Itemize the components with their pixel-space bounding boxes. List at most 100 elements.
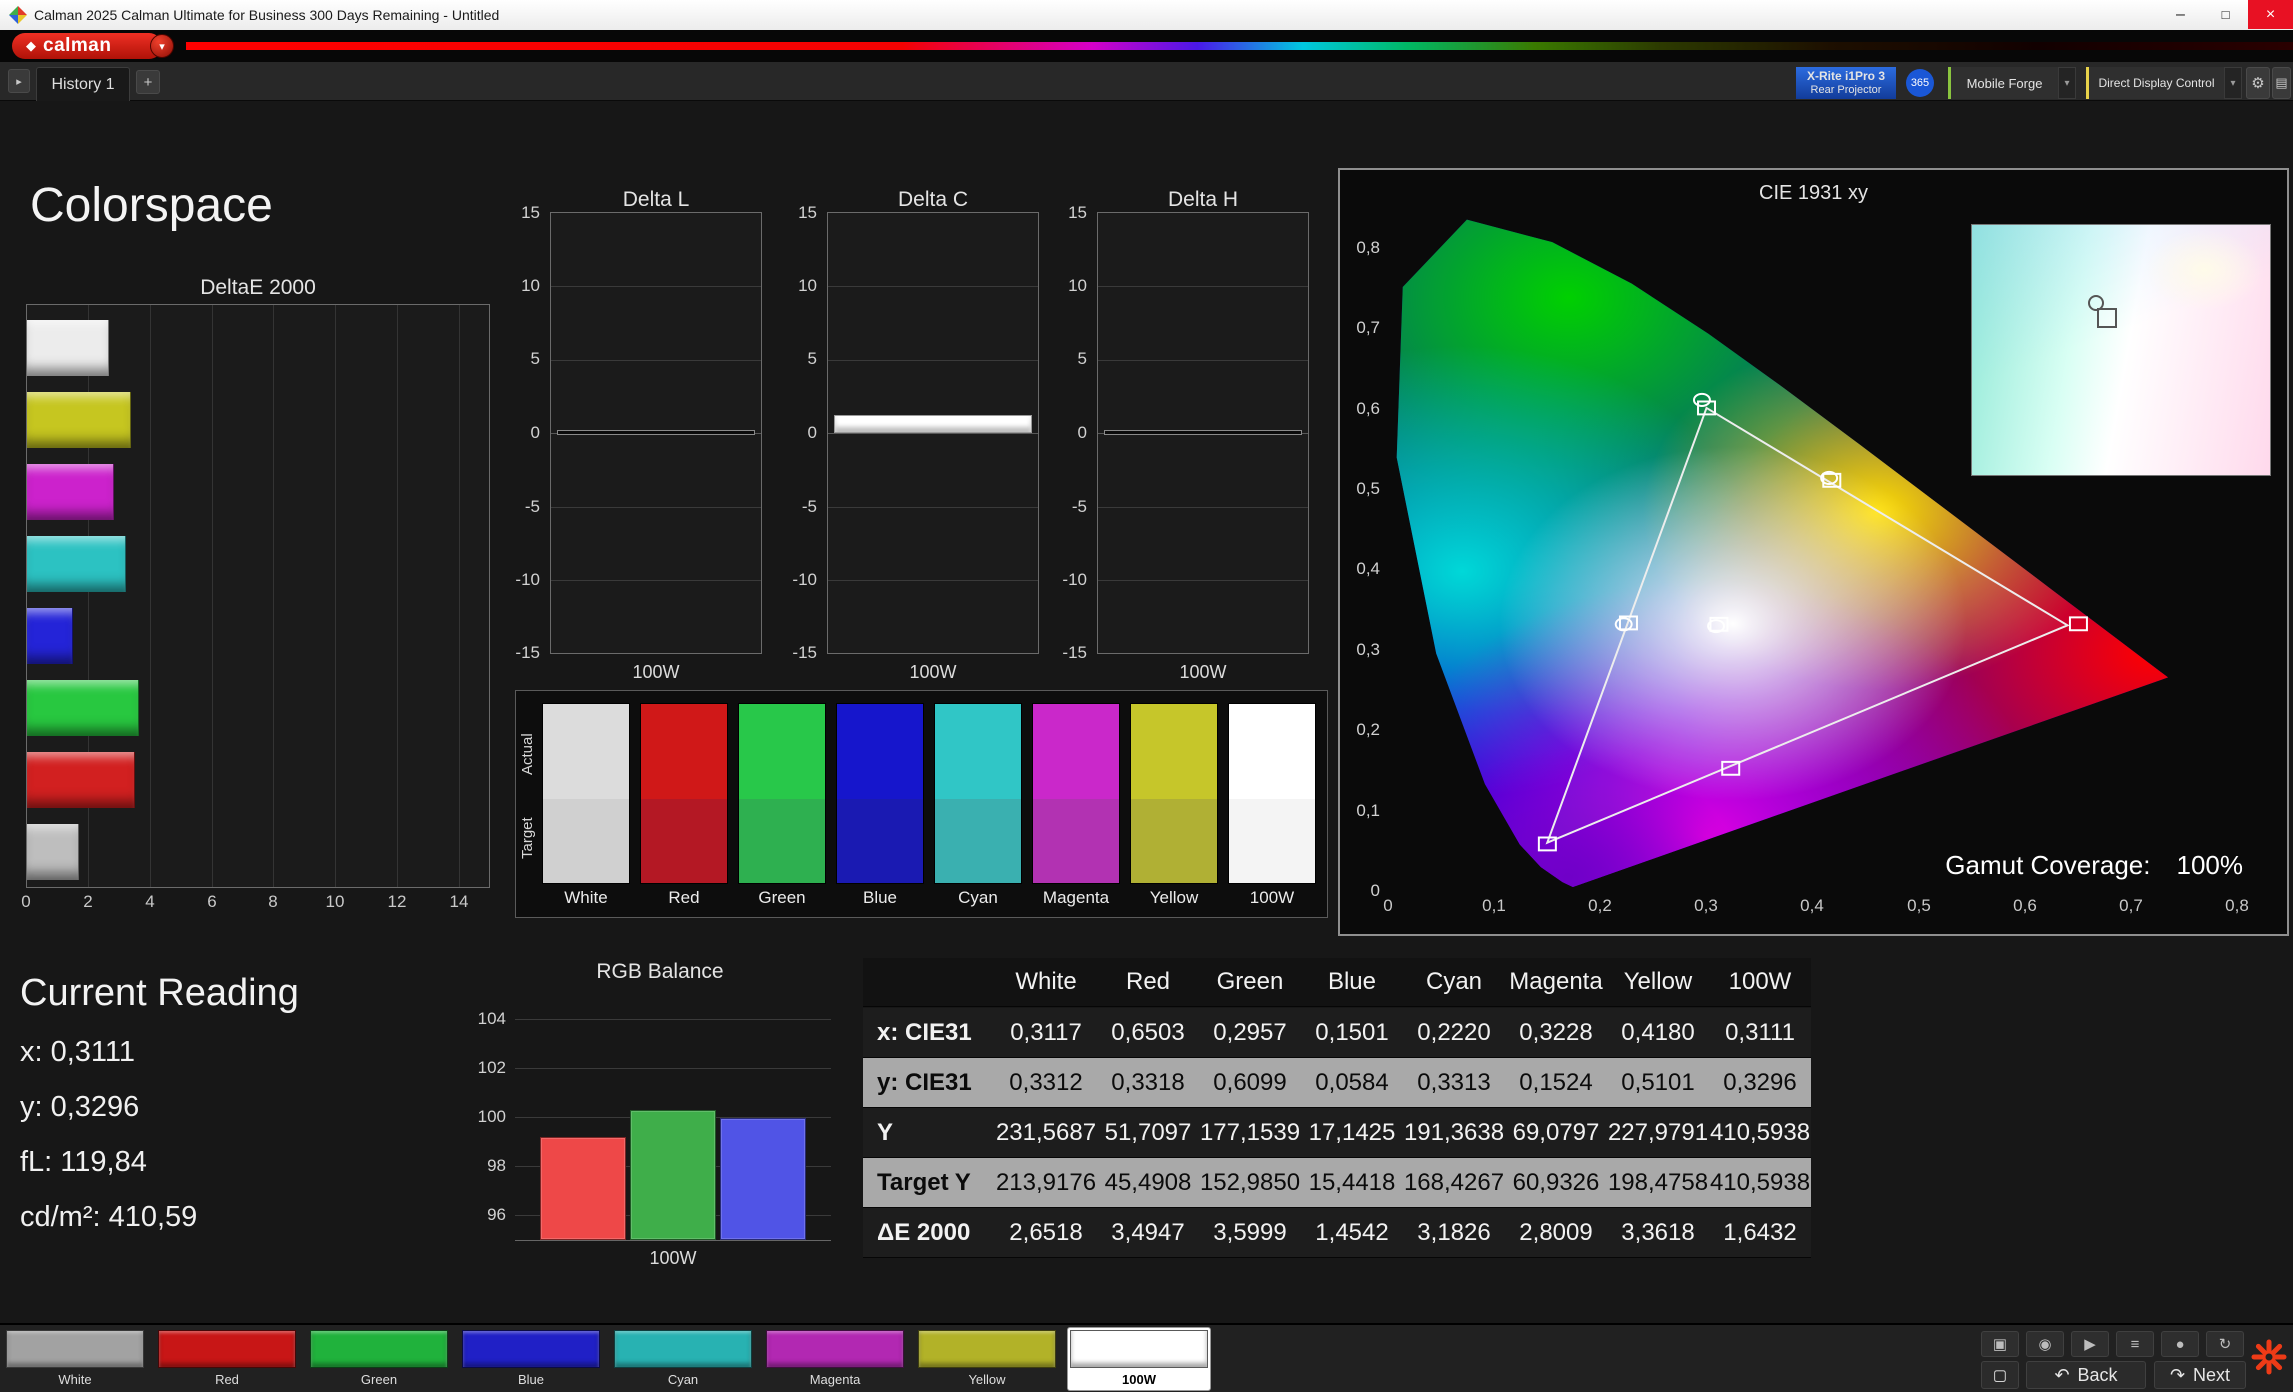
table-row-label: Y — [863, 1108, 995, 1158]
table-cell: 3,1826 — [1403, 1208, 1505, 1258]
table-cell: 231,5687 — [995, 1108, 1097, 1158]
delta-y-tick: -10 — [490, 570, 540, 590]
pattern-button-100w[interactable]: 100W — [1068, 1328, 1210, 1390]
record-icon[interactable]: ● — [2161, 1331, 2199, 1357]
table-cell: 17,1425 — [1301, 1108, 1403, 1158]
swatch-row-label-target: Target — [519, 795, 539, 881]
table-col-green: Green — [1199, 958, 1301, 1007]
logo-menu-button[interactable]: ▾ — [150, 34, 174, 58]
app-icon — [9, 6, 27, 29]
tab-history-1[interactable]: History 1 — [36, 67, 130, 101]
table-cell: 0,3117 — [995, 1008, 1097, 1058]
levels-icon[interactable]: ≡ — [2116, 1331, 2154, 1357]
gear-icon[interactable]: ⚙ — [2246, 67, 2270, 99]
pattern-button-green[interactable]: Green — [308, 1328, 450, 1390]
cie-x-tick: 0,2 — [1588, 896, 1612, 916]
current-reading-title: Current Reading — [20, 972, 299, 1015]
cie-x-tick: 0,8 — [2225, 896, 2249, 916]
refresh-icon[interactable]: ↻ — [2206, 1331, 2244, 1357]
swatch-cyan-target — [935, 799, 1021, 883]
pattern-label: 100W — [1068, 1372, 1210, 1387]
delta-l-chart — [550, 212, 762, 654]
swatch-blue-actual — [837, 704, 923, 799]
window-title: Calman 2025 Calman Ultimate for Business… — [34, 7, 499, 23]
pattern-label: Green — [308, 1372, 450, 1387]
rgb-y-tick: 96 — [440, 1205, 506, 1225]
deltae-bar-blue — [27, 608, 73, 664]
pattern-button-red[interactable]: Red — [156, 1328, 298, 1390]
table-cell: 152,9850 — [1199, 1158, 1301, 1208]
deltae-chart — [26, 304, 490, 888]
table-cell: 0,1524 — [1505, 1058, 1607, 1108]
swatch-magenta-actual — [1033, 704, 1119, 799]
measurement-table: White Red Green Blue Cyan Magenta Yellow… — [863, 958, 1811, 1258]
meter-selector-button[interactable]: X-Rite i1Pro 3 Rear Projector — [1796, 67, 1896, 99]
deltae-bar-red — [27, 752, 135, 808]
swatch-yellow-target — [1131, 799, 1217, 883]
pattern-window-button[interactable]: ▢ — [1981, 1361, 2019, 1389]
table-col-100w: 100W — [1709, 958, 1811, 1007]
table-cell: 3,5999 — [1199, 1208, 1301, 1258]
delta-h-chart — [1097, 212, 1309, 654]
calman-logo[interactable]: ◆ calman — [12, 33, 162, 59]
table-cell: 0,3296 — [1709, 1058, 1811, 1108]
rgb-y-tick: 98 — [440, 1156, 506, 1176]
maximize-button[interactable]: □ — [2203, 0, 2248, 29]
meter-mode: Rear Projector — [1811, 83, 1882, 97]
delta-y-tick: 10 — [767, 276, 817, 296]
delta-c-chart — [827, 212, 1039, 654]
pattern-chip — [462, 1330, 600, 1368]
table-cell: 3,3618 — [1607, 1208, 1709, 1258]
table-cell: 15,4418 — [1301, 1158, 1403, 1208]
delta-y-tick: 5 — [767, 349, 817, 369]
calman-star-icon — [2250, 1338, 2288, 1381]
display-control-button[interactable]: Direct Display Control — [2086, 67, 2224, 99]
add-tab-button[interactable]: + — [136, 70, 160, 94]
minimize-button[interactable]: – — [2158, 0, 2203, 29]
delta-y-tick: 10 — [490, 276, 540, 296]
delta-y-tick: -10 — [1037, 570, 1087, 590]
swatch-yellow — [1130, 703, 1218, 884]
history-expander-button[interactable]: ▸ — [8, 69, 30, 93]
table-cell: 168,4267 — [1403, 1158, 1505, 1208]
calman-logo-text: calman — [43, 35, 111, 57]
brand-row: ◆ calman ▾ — [0, 30, 2293, 62]
delta-y-tick: -15 — [490, 643, 540, 663]
table-cell: 51,7097 — [1097, 1108, 1199, 1158]
table-cell: 0,5101 — [1607, 1058, 1709, 1108]
swatch-label: Green — [758, 888, 805, 908]
license-badge[interactable]: 365 — [1906, 69, 1934, 97]
delta-h-zero-bar — [1104, 430, 1302, 435]
pattern-button-yellow[interactable]: Yellow — [916, 1328, 1058, 1390]
pattern-button-magenta[interactable]: Magenta — [764, 1328, 906, 1390]
pattern-button-blue[interactable]: Blue — [460, 1328, 602, 1390]
delta-y-tick: 15 — [1037, 203, 1087, 223]
pattern-button-white[interactable]: White — [4, 1328, 146, 1390]
pattern-chip — [310, 1330, 448, 1368]
back-button[interactable]: ↶ Back — [2026, 1361, 2146, 1389]
next-button[interactable]: ↷ Next — [2154, 1361, 2246, 1389]
swatch-green-actual — [739, 704, 825, 799]
rgb-bar-blue — [720, 1118, 806, 1241]
layout-icon[interactable]: ▤ — [2272, 67, 2291, 99]
source-selector-button[interactable]: Mobile Forge — [1948, 67, 2058, 99]
source-chevron-button[interactable]: ▾ — [2058, 67, 2076, 99]
swatch-white-actual — [543, 704, 629, 799]
inset-target-marker — [2097, 308, 2117, 328]
pattern-chip — [614, 1330, 752, 1368]
table-cell: 0,2957 — [1199, 1008, 1301, 1058]
swatch-100w-actual — [1229, 704, 1315, 799]
pattern-chip — [1070, 1330, 1208, 1368]
pattern-button-cyan[interactable]: Cyan — [612, 1328, 754, 1390]
delta-h-title: Delta H — [1168, 188, 1238, 212]
target-icon[interactable]: ◉ — [2026, 1331, 2064, 1357]
swatch-red-actual — [641, 704, 727, 799]
display-chevron-button[interactable]: ▾ — [2224, 67, 2242, 99]
swatch-white — [542, 703, 630, 884]
delta-c-positive-area — [834, 213, 1032, 433]
capture-icon[interactable]: ▣ — [1981, 1331, 2019, 1357]
delta-c-title: Delta C — [898, 188, 968, 212]
close-button[interactable]: × — [2248, 0, 2293, 29]
table-cell: 0,3313 — [1403, 1058, 1505, 1108]
play-icon[interactable]: ▶ — [2071, 1331, 2109, 1357]
